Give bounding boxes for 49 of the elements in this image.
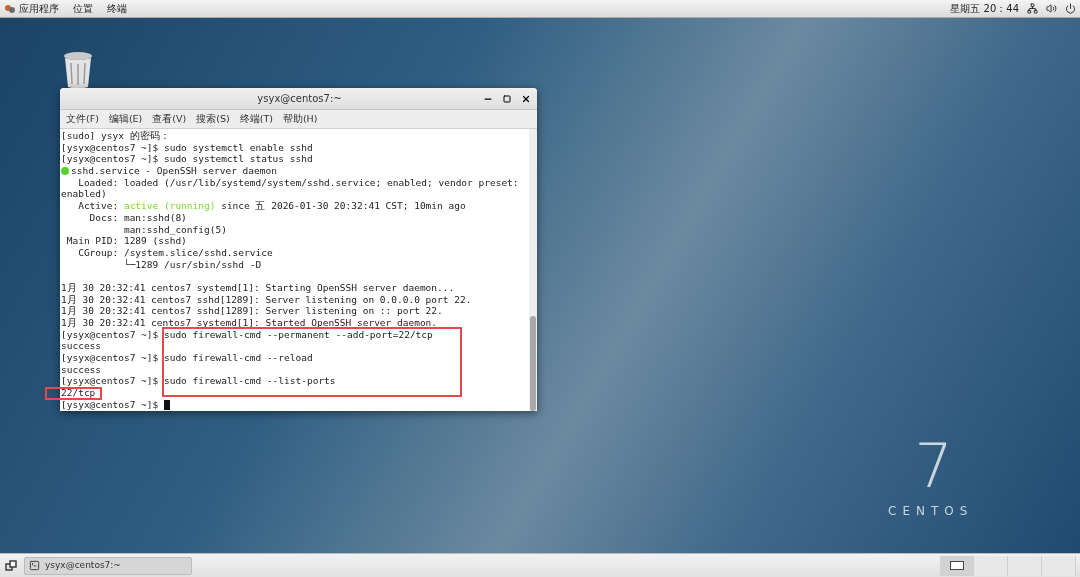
terminal-icon xyxy=(29,560,40,571)
apps-icon xyxy=(4,2,16,15)
top-menu[interactable]: 应用程序 xyxy=(4,1,59,16)
show-desktop-icon[interactable] xyxy=(4,558,18,573)
terminal-line: Docs: man:sshd(8) xyxy=(88,211,188,224)
top-menu[interactable]: 位置 xyxy=(73,1,93,16)
terminal-line: man:sshd_config(5) xyxy=(122,223,228,236)
clock[interactable]: 星期五 20：44 xyxy=(950,1,1019,16)
menu-item[interactable]: 文件(F) xyxy=(66,111,99,127)
terminal-line: 22/tcp xyxy=(61,387,97,399)
terminal-line: [ysyx@centos7 ~]$ xyxy=(61,398,160,411)
task-button[interactable]: ysyx@centos7:~ xyxy=(24,556,192,575)
workspace-button[interactable] xyxy=(940,555,974,576)
menu-item[interactable]: 编辑(E) xyxy=(108,111,143,127)
maximize-icon[interactable] xyxy=(503,94,511,103)
terminal-line: [sudo] ysyx 的密码： xyxy=(61,130,171,142)
terminal-line: CGroup: /system.slice/sshd.service xyxy=(77,246,274,258)
terminal-line: [ysyx@centos7 ~]$ sudo firewall-cmd --list-ports xyxy=(61,375,337,388)
terminal-line: 1月 30 20:32:41 centos7 systemd[1]: Starting OpenSSH server daemon... xyxy=(61,281,456,294)
window-title: ysyx@centos7:~ xyxy=(256,92,343,106)
terminal-line: [ysyx@centos7 ~]$ sudo systemctl enable sshd xyxy=(61,141,314,154)
logo-text: CENTOS xyxy=(888,503,974,520)
terminal-line: sshd.service - OpenSSH server daemon xyxy=(71,165,277,177)
terminal-line: success xyxy=(61,363,103,376)
terminal-line: success xyxy=(61,340,103,353)
terminal-line: enabled) xyxy=(61,188,108,201)
terminal-line: 1月 30 20:32:41 centos7 sshd[1289]: Server listening on :: port 22. xyxy=(61,305,444,317)
menu-item[interactable]: 查看(V) xyxy=(152,111,187,127)
terminal-line: 1月 30 20:32:41 centos7 systemd[1]: Started OpenSSH server daemon. xyxy=(61,317,439,329)
terminal-line: Main PID: 1289 (sshd) xyxy=(65,235,188,247)
menu-item[interactable]: 终端(T) xyxy=(239,111,273,127)
top-menu[interactable]: 终端 xyxy=(107,1,127,16)
menu-item[interactable]: 帮助(H) xyxy=(282,111,318,127)
network-icon[interactable] xyxy=(1027,3,1038,14)
logo-number: 7 xyxy=(913,436,953,496)
terminal-line: [ysyx@centos7 ~]$ sudo firewall-cmd --reload xyxy=(61,352,314,364)
menu-item[interactable]: 搜索(S) xyxy=(196,111,230,127)
terminal-line: 1月 30 20:32:41 centos7 sshd[1289]: Server listening on 0.0.0.0 port 22. xyxy=(61,293,473,306)
terminal-line: [ysyx@centos7 ~]$ sudo firewall-cmd --permanent --add-port=22/tcp xyxy=(61,328,434,341)
terminal-line: └─1289 /usr/sbin/sshd -D xyxy=(122,258,262,271)
terminal-line: [ysyx@centos7 ~]$ sudo systemctl status sshd xyxy=(61,153,314,166)
terminal-line: Active: active (running) since 五 2026-01-30 20:32:41 CST; 10min ago xyxy=(77,200,467,212)
trash-icon[interactable] xyxy=(62,51,94,89)
text-cursor xyxy=(163,399,170,410)
volume-icon[interactable] xyxy=(1046,3,1057,14)
terminal-line: Loaded: loaded (/usr/lib/systemd/system/sshd.service; enabled; vendor preset: xyxy=(77,176,520,189)
scrollbar[interactable] xyxy=(529,129,537,411)
power-icon[interactable] xyxy=(1065,3,1076,14)
close-icon[interactable] xyxy=(521,93,531,104)
